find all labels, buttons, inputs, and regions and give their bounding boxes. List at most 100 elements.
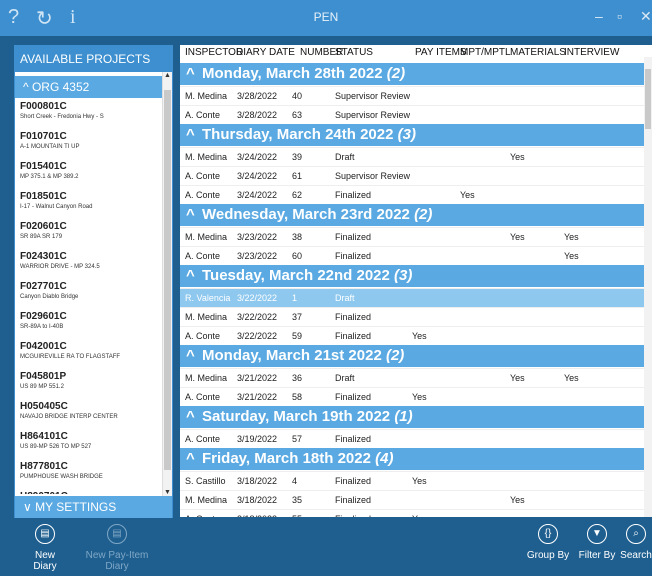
group-by-button[interactable]: {} Group By xyxy=(526,524,570,561)
column-header[interactable]: STATUS xyxy=(335,47,373,58)
group-icon: {} xyxy=(538,524,558,544)
cell-date: 3/21/2022 xyxy=(237,392,278,402)
date-group-header[interactable]: ^ Monday, March 21st 2022 (2) xyxy=(180,345,644,367)
project-item[interactable]: H050405C NAVAJO BRIDGE INTERP CENTER xyxy=(15,401,163,428)
project-item[interactable]: H877801C PUMPHOUSE WASH BRIDGE xyxy=(15,461,163,488)
table-row[interactable]: A. Conte 3/21/2022 58 Finalized Yes xyxy=(180,387,644,406)
cell-date: 3/23/2022 xyxy=(237,232,278,242)
table-row[interactable]: M. Medina 3/24/2022 39 Draft Yes xyxy=(180,147,644,166)
available-projects-header: AVAILABLE PROJECTS xyxy=(15,46,172,72)
new-pay-item-diary-button[interactable]: ▤ New Pay-Item Diary xyxy=(76,524,158,572)
date-group-header[interactable]: ^ Saturday, March 19th 2022 (1) xyxy=(180,406,644,428)
table-row[interactable]: M. Medina 3/23/2022 38 Finalized Yes Yes xyxy=(180,227,644,246)
cell-status: Finalized xyxy=(335,514,371,517)
table-row[interactable]: A. Conte 3/23/2022 60 Finalized Yes xyxy=(180,246,644,265)
my-settings-label: ∨ MY SETTINGS xyxy=(23,500,117,514)
cell-date: 3/23/2022 xyxy=(237,251,278,261)
cell-inspector: A. Conte xyxy=(185,392,221,402)
column-header[interactable]: DIARY DATE xyxy=(236,47,295,58)
cell-status: Draft xyxy=(335,152,355,162)
project-item[interactable]: F027701C Canyon Diablo Bridge xyxy=(15,281,163,308)
org-group-header[interactable]: ^ ORG 4352 xyxy=(15,76,165,98)
date-group-title: Thursday, March 24th 2022 (3) xyxy=(202,126,416,143)
project-description: US 89-MP 526 TO MP 527 xyxy=(20,444,92,450)
scroll-up-icon[interactable]: ▲ xyxy=(163,72,172,79)
cell-date: 3/21/2022 xyxy=(237,373,278,383)
table-row[interactable]: S. Castillo 3/18/2022 4 Finalized Yes xyxy=(180,471,644,490)
table-row[interactable]: A. Conte 3/18/2022 55 Finalized Yes xyxy=(180,509,644,517)
project-item[interactable]: F042001C MCGUIREVILLE RA TO FLAGSTAFF xyxy=(15,341,163,368)
cell-status: Draft xyxy=(335,293,355,303)
column-header[interactable]: MPT/MPTL xyxy=(460,47,511,58)
table-row[interactable]: A. Conte 3/28/2022 63 Supervisor Review xyxy=(180,105,644,124)
my-settings-header[interactable]: ∨ MY SETTINGS xyxy=(15,496,172,518)
search-button[interactable]: ⌕ Search xyxy=(619,524,652,561)
search-icon: ⌕ xyxy=(626,524,646,544)
project-item[interactable]: F029601C SR-89A to I-40B xyxy=(15,311,163,338)
date-group-header[interactable]: ^ Tuesday, March 22nd 2022 (3) xyxy=(180,265,644,287)
column-header[interactable]: INSPECTOR xyxy=(185,47,243,58)
new-diary-button[interactable]: ▤ New Diary xyxy=(22,524,68,572)
sidebar-scrollbar[interactable]: ▲ ▼ xyxy=(162,72,172,496)
table-row[interactable]: M. Medina 3/18/2022 35 Finalized Yes xyxy=(180,490,644,509)
project-item[interactable]: F024301C WARRIOR DRIVE - MP 324.5 xyxy=(15,251,163,278)
new-pay-item-diary-label: New Pay-Item Diary xyxy=(85,550,149,572)
project-code: F042001C xyxy=(20,341,67,352)
maximize-icon[interactable]: ▫ xyxy=(617,8,622,24)
table-row[interactable]: M. Medina 3/28/2022 40 Supervisor Review xyxy=(180,86,644,105)
table-row[interactable]: A. Conte 3/22/2022 59 Finalized Yes xyxy=(180,326,644,345)
cell-date: 3/19/2022 xyxy=(237,434,278,444)
date-group-header[interactable]: ^ Friday, March 18th 2022 (4) xyxy=(180,448,644,470)
project-item[interactable]: F045801P US 89 MP 551.2 xyxy=(15,371,163,398)
scroll-thumb[interactable] xyxy=(164,90,171,470)
project-item[interactable]: F020601C SR 89A SR 179 xyxy=(15,221,163,248)
cell-number: 39 xyxy=(292,152,303,162)
project-item[interactable]: H864101C US 89-MP 526 TO MP 527 xyxy=(15,431,163,458)
cell-materials: Yes xyxy=(510,232,525,242)
project-item[interactable]: F000801C Short Creek - Fredonia Hwy - S xyxy=(15,101,163,128)
cell-inspector: M. Medina xyxy=(185,373,228,383)
cell-date: 3/18/2022 xyxy=(237,514,277,517)
cell-date: 3/18/2022 xyxy=(237,495,278,505)
project-item[interactable]: H890701C xyxy=(15,491,163,494)
scroll-down-icon[interactable]: ▼ xyxy=(163,489,172,496)
filter-by-button[interactable]: ▼ Filter By xyxy=(575,524,619,561)
cell-interview: Yes xyxy=(564,251,579,261)
table-row[interactable]: R. Valencia 3/22/2022 1 Draft xyxy=(180,288,644,307)
project-code: F000801C xyxy=(20,101,67,112)
chevron-up-icon: ^ xyxy=(186,408,195,425)
table-scrollbar[interactable] xyxy=(644,57,652,517)
table-row[interactable]: A. Conte 3/24/2022 62 Finalized Yes xyxy=(180,185,644,204)
project-description: A-1 MOUNTAIN TI UP xyxy=(20,144,80,150)
cell-status: Finalized xyxy=(335,495,372,505)
project-description: I-17 - Walnut Canyon Road xyxy=(20,204,93,210)
cell-number: 58 xyxy=(292,392,303,402)
minimize-icon[interactable]: – xyxy=(595,8,603,24)
project-item[interactable]: F018501C I-17 - Walnut Canyon Road xyxy=(15,191,163,218)
project-item[interactable]: F010701C A-1 MOUNTAIN TI UP xyxy=(15,131,163,158)
table-row[interactable]: M. Medina 3/22/2022 37 Finalized xyxy=(180,307,644,326)
date-group-title: Saturday, March 19th 2022 (1) xyxy=(202,408,413,425)
table-row[interactable]: A. Conte 3/24/2022 61 Supervisor Review xyxy=(180,166,644,185)
cell-number: 60 xyxy=(292,251,303,261)
table-row[interactable]: M. Medina 3/21/2022 36 Draft Yes Yes xyxy=(180,368,644,387)
column-header[interactable]: INTERVIEW xyxy=(564,47,619,58)
table-row[interactable]: A. Conte 3/19/2022 57 Finalized xyxy=(180,429,644,448)
cell-inspector: S. Castillo xyxy=(185,476,226,486)
date-group-header[interactable]: ^ Wednesday, March 23rd 2022 (2) xyxy=(180,204,644,226)
project-description: Short Creek - Fredonia Hwy - S xyxy=(20,114,104,120)
project-item[interactable]: F015401C MP 375.1 & MP 389.2 xyxy=(15,161,163,188)
column-header[interactable]: MATERIALS xyxy=(510,47,566,58)
scroll-thumb[interactable] xyxy=(645,69,651,129)
cell-pay: Yes xyxy=(412,514,427,517)
date-group-header[interactable]: ^ Thursday, March 24th 2022 (3) xyxy=(180,124,644,146)
cell-status: Finalized xyxy=(335,476,372,486)
close-icon[interactable]: ✕ xyxy=(640,8,652,25)
cell-status: Supervisor Review xyxy=(335,110,411,120)
chevron-up-icon: ^ xyxy=(186,206,195,223)
cell-pay: Yes xyxy=(412,476,427,486)
date-group-header[interactable]: ^ Monday, March 28th 2022 (2) xyxy=(180,63,644,85)
column-header[interactable]: PAY ITEMS xyxy=(415,47,467,58)
cell-pay: Yes xyxy=(412,392,427,402)
project-code: F024301C xyxy=(20,251,67,262)
